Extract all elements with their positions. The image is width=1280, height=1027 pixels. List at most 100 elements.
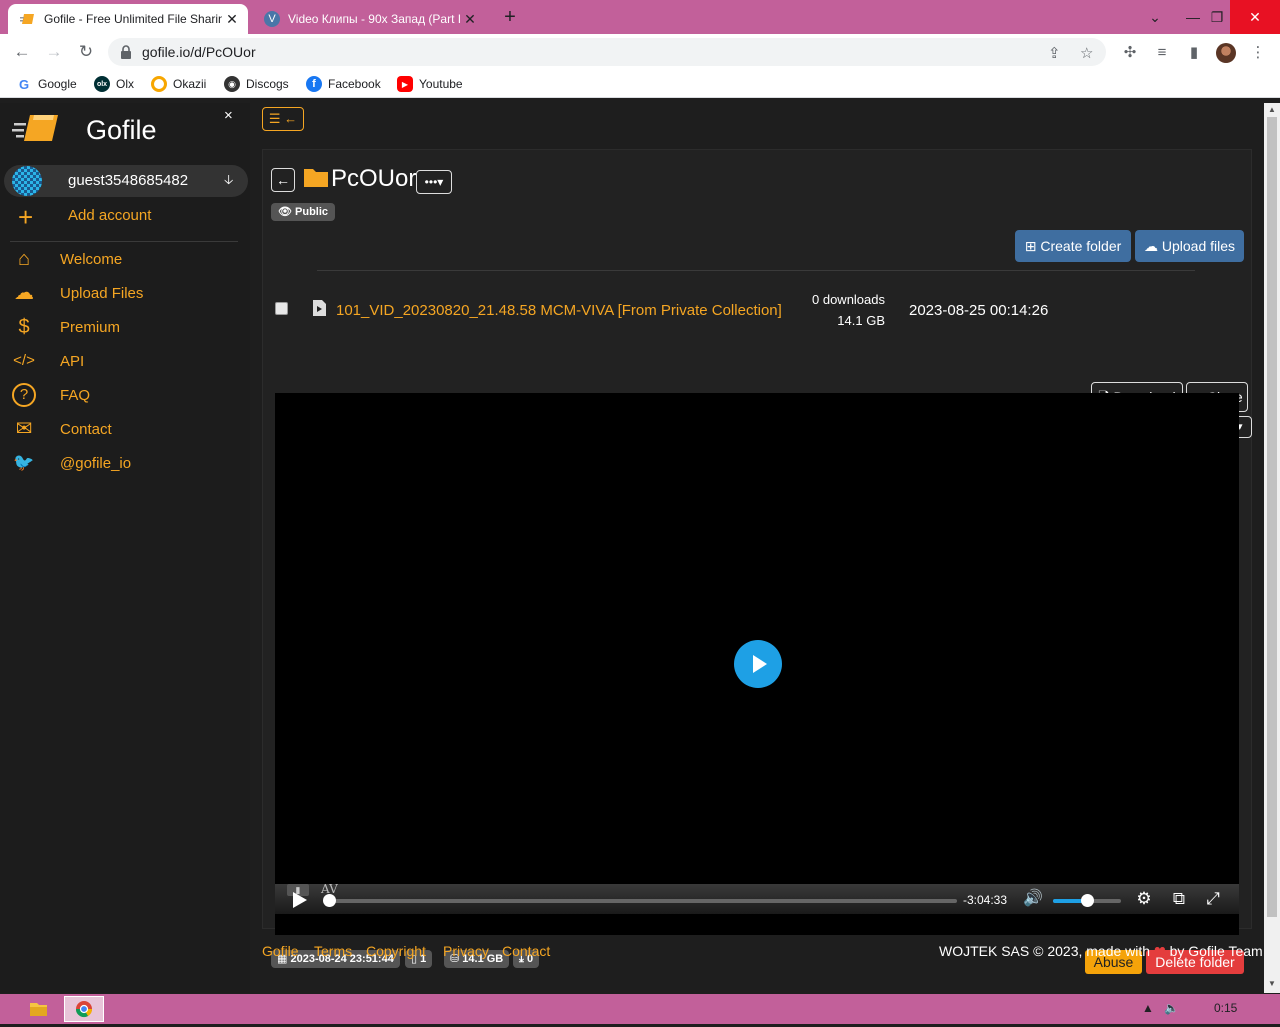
seek-handle[interactable] (323, 894, 336, 907)
volume-icon[interactable]: 🔊 (1023, 888, 1043, 908)
file-row: 101_VID_20230820_21.48.58 MCM-VIVA [From… (263, 276, 1253, 336)
scroll-up-icon[interactable]: ▲ (1268, 105, 1276, 114)
media-control-icon[interactable]: ≡ (1152, 43, 1172, 63)
bookmark-star-icon[interactable]: ☆ (1080, 44, 1093, 62)
plus-icon: + (18, 202, 34, 232)
vk-favicon-icon: V (264, 11, 280, 27)
account-selector[interactable]: guest3548685482 🡣 (4, 165, 248, 197)
tab-title: Gofile - Free Unlimited File Sharing (44, 12, 222, 26)
facebook-icon: f (306, 76, 322, 92)
play-icon[interactable] (293, 892, 307, 908)
discogs-icon: ◉ (224, 76, 240, 92)
video-player[interactable]: ▮ AV -3:04:33 🔊 ⚙ ⧉ ⤢ (275, 393, 1239, 935)
divider (317, 270, 1195, 271)
tab-close-icon[interactable]: ✕ (222, 11, 242, 28)
chrome-icon[interactable] (64, 996, 104, 1022)
file-size: 14.1 GB (837, 313, 885, 328)
back-arrow-icon[interactable]: ← (271, 168, 295, 192)
tab-search-chevron-icon[interactable]: ⌄ (1134, 0, 1176, 34)
extensions-puzzle-icon[interactable]: ✣ (1120, 43, 1140, 63)
file-download-count: 0 downloads (812, 292, 885, 307)
page-scrollbar[interactable]: ▲ ▼ (1264, 103, 1280, 993)
kebab-menu-icon[interactable]: ⋮ (1248, 43, 1268, 63)
upload-files-button[interactable]: ☁ Upload files (1135, 230, 1244, 262)
tab-close-icon[interactable]: ✕ (460, 11, 480, 28)
big-play-button[interactable] (734, 640, 782, 688)
tab-gofile[interactable]: Gofile - Free Unlimited File Sharing ✕ (8, 4, 248, 34)
seek-bar[interactable] (327, 899, 957, 903)
add-account-button[interactable]: + Add account (0, 203, 250, 233)
download-arrow-icon[interactable]: 🡣 (224, 171, 233, 193)
file-explorer-icon[interactable] (18, 996, 58, 1022)
bookmark-okazii[interactable]: Okazii (151, 76, 206, 92)
bookmark-youtube[interactable]: ▶ Youtube (397, 76, 463, 92)
forward-arrow-icon[interactable]: → (40, 38, 68, 66)
footer-link-gofile[interactable]: Gofile (262, 943, 299, 959)
bookmark-olx[interactable]: olx Olx (94, 76, 134, 92)
sidebar-item-label: Upload Files (60, 285, 144, 302)
add-account-label: Add account (68, 207, 152, 224)
folder-card: ← PcOUor •••▾ 👁 Public ⊞ Create folder ☁… (262, 149, 1253, 974)
footer-link-contact[interactable]: Contact (502, 943, 550, 959)
cloud-upload-icon: ☁ (14, 282, 34, 304)
scrollbar-thumb[interactable] (1267, 117, 1277, 917)
sidebar-item-label: Contact (60, 421, 112, 438)
bookmark-label: Youtube (419, 77, 463, 91)
folder-icon (304, 169, 328, 187)
tab-video-clips[interactable]: V Video Клипы - 90х Запад (Part II) ✕ (252, 4, 486, 34)
sidebar-item-label: Premium (60, 319, 121, 336)
bookmark-label: Olx (116, 77, 134, 91)
sidebar-item-premium[interactable]: $ Premium (0, 311, 250, 345)
volume-handle[interactable] (1081, 894, 1094, 907)
avatar (12, 166, 42, 196)
bookmark-discogs[interactable]: ◉ Discogs (224, 76, 289, 92)
gear-icon[interactable]: ⚙ (1133, 888, 1155, 910)
sidebar-item-faq[interactable]: ? FAQ (0, 379, 250, 413)
footer-link-privacy[interactable]: Privacy (443, 943, 489, 959)
back-arrow-icon[interactable]: ← (8, 38, 36, 66)
os-taskbar: ▲ 🔈 0:15 (0, 994, 1280, 1024)
dollar-icon: $ (18, 316, 30, 338)
footer-link-terms[interactable]: Terms (314, 943, 352, 959)
folder-plus-icon: ⊞ (1024, 238, 1037, 254)
new-tab-plus-icon[interactable]: + (498, 5, 522, 29)
pip-icon[interactable]: ⧉ (1168, 888, 1190, 910)
sidebar-item-upload-files[interactable]: ☁ Upload Files (0, 277, 250, 311)
tray-expand-icon[interactable]: ▲ (1142, 1001, 1154, 1015)
file-name-link[interactable]: 101_VID_20230820_21.48.58 MCM-VIVA [From… (336, 302, 782, 319)
twitter-icon: 🐦 (13, 453, 35, 472)
bookmark-label: Google (38, 77, 77, 91)
google-icon: G (16, 76, 32, 92)
bookmark-google[interactable]: G Google (16, 76, 77, 92)
window-close-icon[interactable]: ✕ (1230, 0, 1280, 34)
sidebar-item-api[interactable]: </> API (0, 345, 250, 379)
profile-avatar[interactable] (1216, 43, 1236, 63)
share-icon[interactable]: ⇪ (1048, 44, 1061, 62)
envelope-icon: ✉ (15, 418, 33, 440)
tab-title: Video Клипы - 90х Запад (Part II) (288, 12, 460, 26)
sidebar-toggle-button[interactable]: ☰ ← (262, 107, 304, 131)
file-select-checkbox[interactable] (275, 302, 288, 315)
side-panel-icon[interactable]: ▮ (1184, 43, 1204, 63)
copyright-suffix: by Gofile Team (1169, 943, 1263, 959)
sidebar-item-contact[interactable]: ✉ Contact (0, 413, 250, 447)
visibility-badge: 👁 Public (271, 203, 336, 221)
sidebar-item-label: @gofile_io (60, 455, 132, 472)
create-folder-button[interactable]: ⊞ Create folder (1015, 230, 1131, 262)
bookmark-label: Okazii (173, 77, 207, 91)
fullscreen-icon[interactable]: ⤢ (1202, 888, 1224, 910)
upload-files-label: Upload files (1161, 238, 1236, 254)
reload-icon[interactable]: ↻ (72, 38, 100, 66)
sidebar-item-welcome[interactable]: ⌂ Welcome (0, 243, 250, 277)
footer-link-copyright[interactable]: Copyright (366, 943, 426, 959)
bookmark-facebook[interactable]: f Facebook (306, 76, 381, 92)
sidebar-item-twitter[interactable]: 🐦 @gofile_io (0, 447, 250, 481)
tray-volume-icon[interactable]: 🔈 (1164, 1001, 1179, 1015)
sidebar-divider (10, 241, 238, 242)
gofile-favicon-icon (20, 11, 36, 27)
scroll-down-icon[interactable]: ▼ (1268, 979, 1276, 988)
address-bar[interactable]: gofile.io/d/PcOUor ⇪ ☆ (108, 38, 1106, 66)
folder-options-button[interactable]: •••▾ (416, 170, 452, 194)
sidebar-close-icon[interactable]: × (224, 107, 233, 124)
footer-copyright: WOJTEK SAS © 2023, made with ❤ by Gofile… (939, 943, 1263, 960)
